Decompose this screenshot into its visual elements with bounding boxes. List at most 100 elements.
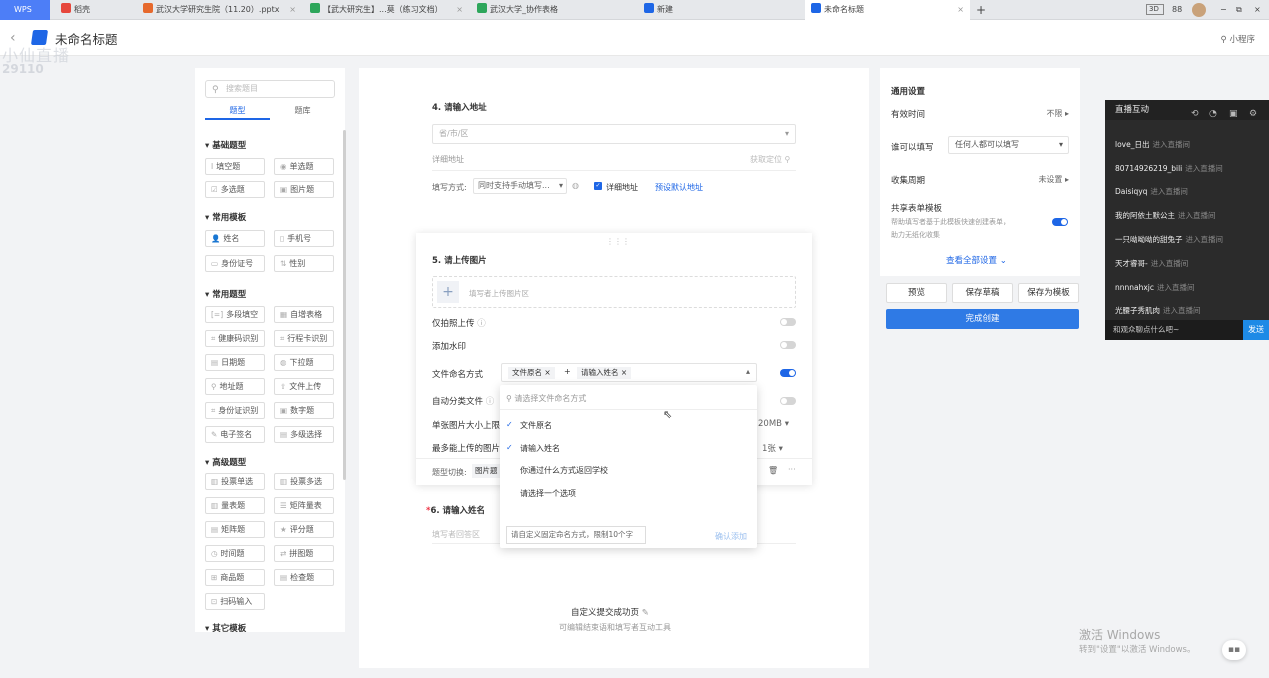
type-image[interactable]: ▣ 图片题 <box>274 181 334 198</box>
naming-tag[interactable]: 请输入姓名 × <box>577 367 632 379</box>
type-signature[interactable]: ✎ 电子签名 <box>205 426 265 443</box>
q6-answer-placeholder[interactable]: 填写者回答区 <box>432 529 480 540</box>
chat-input[interactable]: 和观众聊点什么吧~ 发送 <box>1105 320 1269 340</box>
mini-program-link[interactable]: ⚲ 小程序 <box>1221 33 1255 45</box>
type-address[interactable]: ⚲ 地址题 <box>205 378 265 395</box>
question-search-input[interactable]: ⚲ 搜索题目 <box>205 80 335 98</box>
dropdown-option[interactable]: ✓ 请输入姓名 <box>506 443 560 454</box>
tab-question-bank[interactable]: 题库 <box>270 104 335 118</box>
delete-icon[interactable]: 🗑 <box>768 466 778 475</box>
type-auto-table[interactable]: ▦ 自增表格 <box>274 306 334 323</box>
type-file-upload[interactable]: ⇧ 文件上传 <box>274 378 334 395</box>
custom-naming-input[interactable]: 请自定义固定命名方式，限制10个字 <box>506 526 646 544</box>
type-id-recognition[interactable]: ⌗ 身份证识别 <box>205 402 265 419</box>
who-can-fill-select[interactable]: 任何人都可以填写 ▾ <box>948 136 1069 154</box>
save-draft-button[interactable]: 保存草稿 <box>952 283 1013 303</box>
region-select[interactable]: 省/市/区 ▾ <box>432 124 796 144</box>
finish-create-button[interactable]: 完成创建 <box>886 309 1079 329</box>
type-switch-select[interactable]: 图片题 <box>472 464 502 478</box>
tab-question-types[interactable]: 题型 <box>205 104 270 120</box>
type-cascade-select[interactable]: ▤ 多级选择 <box>274 426 334 443</box>
q6-title[interactable]: *6. 请输入姓名 <box>426 504 485 516</box>
close-icon[interactable]: × <box>289 0 296 20</box>
save-template-button[interactable]: 保存为模板 <box>1018 283 1079 303</box>
info-icon[interactable]: ⓘ <box>477 319 486 329</box>
drag-handle-icon[interactable]: ⋮⋮⋮ <box>606 237 630 246</box>
q4-title[interactable]: 4. 请输入地址 <box>432 101 487 113</box>
close-icon[interactable]: × <box>544 368 550 377</box>
send-button[interactable]: 发送 <box>1243 320 1269 340</box>
section-basic[interactable]: ▾ 基础题型 <box>205 139 246 151</box>
type-vote-single[interactable]: ▥ 投票单选 <box>205 473 265 490</box>
dropdown-option[interactable]: 请选择一个选项 <box>520 488 576 499</box>
auto-classify-toggle[interactable] <box>780 397 796 405</box>
close-icon[interactable]: × <box>621 368 627 377</box>
new-tab-button[interactable]: + <box>972 0 992 20</box>
grid-icon[interactable]: 88 <box>1170 0 1186 20</box>
close-icon[interactable]: × <box>957 0 964 20</box>
type-id-number[interactable]: ▭ 身份证号 <box>205 255 265 272</box>
close-icon[interactable]: × <box>456 0 463 20</box>
dropdown-search[interactable]: ⚲ 请选择文件命名方式 <box>506 393 586 404</box>
type-puzzle[interactable]: ⇄ 拼图题 <box>274 545 334 562</box>
file-naming-toggle[interactable] <box>780 369 796 377</box>
type-multi-fill[interactable]: [=] 多段填空 <box>205 306 265 323</box>
max-size-select[interactable]: 20MB ▾ <box>758 419 789 429</box>
type-check[interactable]: ▤ 检查题 <box>274 569 334 586</box>
collection-cycle-value[interactable]: 未设置 ▸ <box>1038 174 1069 185</box>
valid-time-value[interactable]: 不限 ▸ <box>1046 108 1069 119</box>
tab-pptx[interactable]: 武汉大学研究生院（11.20）.pptx × <box>137 0 302 20</box>
tab-untitled[interactable]: 未命名标题 × <box>805 0 970 20</box>
refresh-icon[interactable]: ⟲ <box>1191 104 1199 124</box>
tab-sheet[interactable]: 武汉大学_协作表格 <box>471 0 636 20</box>
tab-doc[interactable]: 【武大研究生】...莫（练习文档） × <box>304 0 469 20</box>
section-common[interactable]: ▾ 常用题型 <box>205 288 246 300</box>
gear-icon[interactable]: ⚙ <box>1249 104 1257 124</box>
info-icon[interactable]: ⓘ <box>486 397 495 407</box>
locate-button[interactable]: 获取定位 ⚲ <box>750 154 790 165</box>
type-number[interactable]: ▣ 数字题 <box>274 402 334 419</box>
mic-icon[interactable]: ◔ <box>1209 104 1217 124</box>
type-scan-input[interactable]: ⊡ 扫码输入 <box>205 593 265 610</box>
info-icon[interactable]: ◍ <box>572 181 579 190</box>
type-multi-choice[interactable]: ☑ 多选题 <box>205 181 265 198</box>
fill-mode-select[interactable]: 同时支持手动填写... ▾ <box>473 178 567 194</box>
type-dropdown[interactable]: ◍ 下拉题 <box>274 354 334 371</box>
preset-default-address-link[interactable]: 预设默认地址 <box>655 182 703 193</box>
type-matrix[interactable]: ▤ 矩阵题 <box>205 521 265 538</box>
dropdown-option[interactable]: 你通过什么方式返回学校 <box>520 465 608 476</box>
naming-tag[interactable]: 文件原名 × <box>508 367 555 379</box>
chat-bubble-icon[interactable]: ▪▪ <box>1222 640 1246 660</box>
image-upload-area[interactable]: + 填写者上传图片区 <box>432 276 796 308</box>
wps-home-tab[interactable]: WPS <box>0 0 50 20</box>
dropdown-option[interactable]: ✓ 文件原名 <box>506 420 552 431</box>
share-template-toggle[interactable] <box>1052 218 1068 226</box>
detail-address-input[interactable]: 详细地址 <box>432 154 464 165</box>
custom-success-page-link[interactable]: 自定义提交成功页 ✎ <box>571 606 649 618</box>
type-vote-multi[interactable]: ▥ 投票多选 <box>274 473 334 490</box>
tab-new[interactable]: 新建 <box>638 0 803 20</box>
left-panel-scrollbar[interactable] <box>343 130 346 480</box>
avatar[interactable] <box>1192 3 1206 17</box>
watermark-toggle[interactable] <box>780 341 796 349</box>
detail-address-checkbox[interactable]: ✓ <box>594 182 602 190</box>
type-date[interactable]: ▤ 日期题 <box>205 354 265 371</box>
view-all-settings-link[interactable]: 查看全部设置 ⌄ <box>946 254 1007 266</box>
q5-title[interactable]: 5. 请上传图片 <box>432 254 487 266</box>
confirm-add-button[interactable]: 确认添加 <box>715 531 747 542</box>
type-name[interactable]: 👤 姓名 <box>205 230 265 247</box>
type-health-code[interactable]: ⌗ 健康码识别 <box>205 330 265 347</box>
max-count-select[interactable]: 1张 ▾ <box>762 442 783 454</box>
restore-icon[interactable]: ⧉ <box>1234 0 1248 20</box>
minimize-icon[interactable]: − <box>1218 0 1232 20</box>
photo-only-toggle[interactable] <box>780 318 796 326</box>
type-product[interactable]: ⊞ 商品题 <box>205 569 265 586</box>
section-other[interactable]: ▾ 其它模板 <box>205 622 246 632</box>
file-naming-select[interactable]: 文件原名 × + 请输入姓名 × ▴ <box>501 363 757 382</box>
type-phone[interactable]: ▯ 手机号 <box>274 230 334 247</box>
tab-daoke[interactable]: 稻壳 <box>55 0 135 20</box>
type-scale[interactable]: ▥ 量表题 <box>205 497 265 514</box>
3d-icon[interactable]: 3D <box>1146 4 1164 15</box>
section-advanced[interactable]: ▾ 高级题型 <box>205 456 246 468</box>
lock-icon[interactable]: ▣ <box>1229 104 1238 124</box>
